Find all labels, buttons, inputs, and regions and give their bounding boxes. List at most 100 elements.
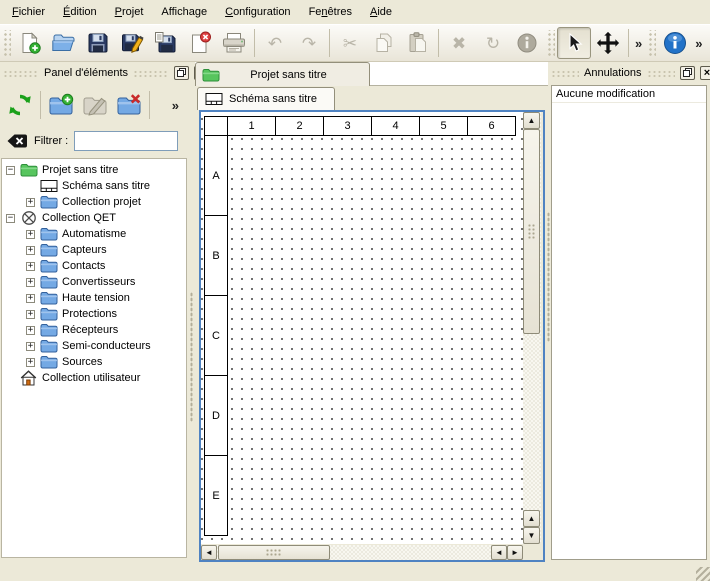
expand-toggle[interactable]: + [26, 278, 35, 287]
tree-item-collection-projet[interactable]: +Collection projet [2, 194, 186, 210]
float-panel-button[interactable] [680, 66, 695, 80]
collapse-toggle[interactable]: − [6, 166, 15, 175]
collapse-toggle[interactable]: − [6, 214, 15, 223]
column-header-1: 1 [227, 116, 276, 136]
pan-mode-button[interactable] [591, 27, 625, 59]
expand-toggle[interactable]: + [26, 198, 35, 207]
tree-item-contacts[interactable]: + Contacts [2, 258, 186, 274]
expand-toggle[interactable]: + [26, 310, 35, 319]
save-as-button[interactable] [115, 27, 149, 59]
undo-list-item[interactable]: Aucune modification [552, 86, 706, 103]
tools-toolbar-section [557, 27, 625, 59]
menu-item-projet[interactable]: Projet [106, 2, 153, 22]
about-button[interactable] [658, 27, 692, 59]
schema-tabbar: Schéma sans titre [195, 86, 548, 110]
window-resize-grip[interactable] [696, 567, 710, 581]
separator [40, 91, 41, 119]
project-tabbar: Projet sans titre [195, 62, 548, 86]
rotate-icon: ↻ [486, 35, 500, 52]
help-overflow-button[interactable]: » [692, 36, 705, 51]
folder-blue-icon [40, 339, 58, 353]
save-all-button[interactable] [149, 27, 183, 59]
horizontal-scroll-thumb[interactable] [218, 545, 330, 560]
scroll-left-button-2[interactable]: ◄ [491, 545, 507, 560]
grid-corner-cell [204, 116, 228, 136]
tree-item-recepteurs[interactable]: +Récepteurs [2, 322, 186, 338]
folder-blue-icon [40, 227, 58, 241]
horizontal-scrollbar[interactable]: ◄ ◄ ► [201, 545, 523, 560]
clear-filter-button[interactable] [6, 133, 28, 149]
floppy-icon [86, 31, 110, 55]
print-button[interactable] [217, 27, 251, 59]
vertical-scroll-thumb[interactable] [523, 129, 540, 334]
delete-element-button[interactable] [112, 88, 146, 122]
redo-button: ↷ [292, 27, 326, 59]
menu-item-aide[interactable]: Aide [361, 2, 401, 22]
elements-overflow-button[interactable]: » [169, 98, 188, 113]
column-header-row: 123456 [204, 116, 516, 136]
menu-item-edition[interactable]: Édition [54, 2, 106, 22]
tree-item-label: Schéma sans titre [62, 180, 150, 192]
expand-toggle[interactable]: + [26, 294, 35, 303]
new-element-button[interactable] [44, 88, 78, 122]
reload-collections-button[interactable] [3, 88, 37, 122]
tree-item-label: Contacts [62, 260, 105, 272]
scroll-left-button[interactable]: ◄ [201, 545, 217, 560]
rotate-button: ↻ [476, 27, 510, 59]
undo-icon: ↶ [268, 35, 282, 52]
elements-panel-titlebar[interactable]: Panel d'éléments × [0, 62, 188, 84]
select-mode-button[interactable] [557, 27, 591, 59]
tree-item-schema-sans-titre[interactable]: Schéma sans titre [2, 178, 186, 194]
expand-toggle[interactable]: + [26, 358, 35, 367]
expand-toggle[interactable]: + [26, 262, 35, 271]
expand-toggle[interactable]: + [26, 326, 35, 335]
tools-overflow-button[interactable]: » [632, 36, 645, 51]
toolbar-grip[interactable] [647, 30, 656, 56]
close-panel-button[interactable]: × [700, 66, 710, 80]
tree-item-semi-conducteurs[interactable]: +Semi-conducteurs [2, 338, 186, 354]
expand-toggle[interactable]: + [26, 246, 35, 255]
scroll-up-button[interactable]: ▲ [523, 112, 540, 129]
undo-panel-titlebar[interactable]: Annulations × [548, 62, 710, 84]
filter-input[interactable] [74, 131, 178, 151]
menu-item-fenetres[interactable]: Fenêtres [300, 2, 361, 22]
menu-item-configuration[interactable]: Configuration [216, 2, 299, 22]
menu-item-affichage[interactable]: Affichage [152, 2, 216, 22]
tree-item-protections[interactable]: +Protections [2, 306, 186, 322]
folder-blue-icon [39, 274, 58, 290]
tree-item-convertisseurs[interactable]: +Convertisseurs [2, 274, 186, 290]
thumb-grip [527, 223, 536, 240]
separator [149, 91, 150, 119]
scroll-up-button-2[interactable]: ▲ [523, 510, 540, 527]
titlebar-texture [3, 69, 39, 78]
elements-tree: −Projet sans titreSchéma sans titre+Coll… [1, 158, 187, 558]
tab-schema[interactable]: Schéma sans titre [197, 87, 335, 110]
expand-toggle[interactable]: + [26, 230, 35, 239]
scroll-right-button[interactable]: ► [507, 545, 523, 560]
new-document-button[interactable] [13, 27, 47, 59]
tree-item-collection-qet[interactable]: −Collection QET [2, 210, 186, 226]
diagram-canvas[interactable]: 123456 ABCDE [201, 112, 523, 544]
menu-item-fichier[interactable]: Fichier [3, 2, 54, 22]
tree-item-capteurs[interactable]: +Capteurs [2, 242, 186, 258]
left-splitter[interactable] [188, 62, 195, 581]
schema-icon [204, 91, 223, 107]
tree-item-projet-sans-titre[interactable]: −Projet sans titre [2, 162, 186, 178]
open-document-button[interactable] [47, 27, 81, 59]
close-icon: × [704, 68, 710, 78]
toolbar-grip[interactable] [2, 30, 11, 56]
save-button[interactable] [81, 27, 115, 59]
expand-toggle[interactable]: + [26, 342, 35, 351]
tree-item-sources[interactable]: +Sources [2, 354, 186, 370]
tree-item-collection-utilisateur[interactable]: Collection utilisateur [2, 370, 186, 386]
toolbar-grip[interactable] [546, 30, 555, 56]
vertical-scrollbar[interactable]: ▲ ▲ ▼ [523, 112, 541, 544]
tree-item-automatisme[interactable]: +Automatisme [2, 226, 186, 242]
tree-item-haute-tension[interactable]: +Haute tension [2, 290, 186, 306]
left-arrow-icon: ◄ [205, 549, 213, 557]
close-document-button[interactable] [183, 27, 217, 59]
up-arrow-icon: ▲ [528, 117, 536, 125]
tab-project[interactable]: Projet sans titre [195, 62, 370, 86]
float-panel-button[interactable] [174, 66, 189, 80]
scroll-down-button[interactable]: ▼ [523, 527, 540, 544]
